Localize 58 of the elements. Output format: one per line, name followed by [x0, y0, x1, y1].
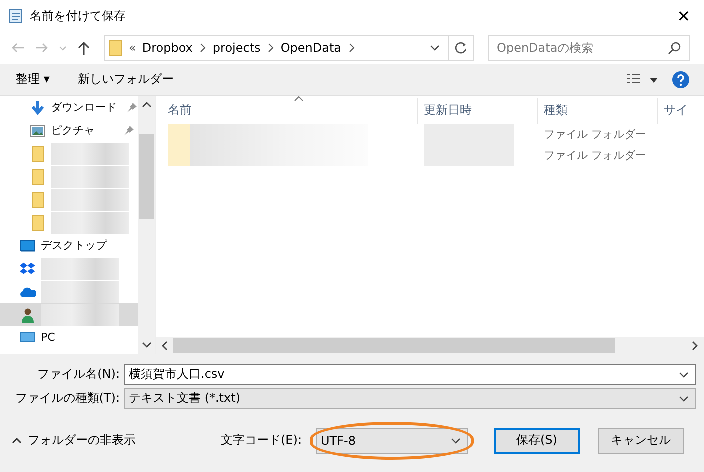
refresh-icon[interactable]: [454, 41, 468, 55]
dropbox-icon: [20, 260, 36, 276]
folder-icon: [30, 168, 46, 184]
file-name-field[interactable]: 横須賀市人口.csv: [124, 364, 696, 385]
chevron-up-icon[interactable]: [12, 436, 22, 444]
hide-folders-button[interactable]: フォルダーの非表示: [10, 430, 138, 451]
window-title: 名前を付けて保存: [30, 8, 127, 24]
chevron-right-icon[interactable]: [198, 43, 207, 53]
breadcrumb-item[interactable]: projects: [212, 41, 261, 55]
nav-item[interactable]: ダウンロード: [0, 96, 138, 119]
folder-icon: [109, 39, 123, 57]
pin-icon: [127, 102, 137, 112]
monitor-icon: [20, 238, 36, 254]
organize-menu[interactable]: 整理 ▾: [8, 69, 58, 90]
search-field[interactable]: OpenDataの検索: [488, 35, 690, 61]
breadcrumb-item[interactable]: Dropbox: [142, 41, 193, 55]
pin-icon: [124, 126, 134, 136]
folder-icon: [30, 214, 46, 230]
nav-item[interactable]: デスクトップ: [0, 234, 138, 257]
folder-icon: [30, 192, 46, 208]
table-cell-text: ファイル フォルダー: [543, 127, 648, 143]
save-button[interactable]: 保存(S): [494, 428, 580, 454]
nav-item[interactable]: PC: [0, 326, 138, 349]
field-label: 文字コード(E):: [221, 432, 302, 449]
scroll-up-icon[interactable]: [142, 101, 152, 109]
close-button[interactable]: ✕: [664, 0, 704, 32]
view-options-icon[interactable]: [626, 72, 660, 86]
column-header[interactable]: 種類: [538, 98, 658, 124]
column-header[interactable]: サイ: [658, 98, 698, 124]
nav-item[interactable]: ピクチャ: [0, 119, 138, 142]
scroll-right-icon[interactable]: [691, 340, 699, 350]
scrollbar-thumb[interactable]: [173, 338, 616, 353]
search-icon: [668, 41, 682, 55]
breadcrumb-prefix[interactable]: «: [129, 41, 136, 55]
up-arrow-icon[interactable]: [76, 40, 92, 56]
file-type-dropdown[interactable]: テキスト文書 (*.txt): [124, 388, 696, 409]
person-icon: [20, 306, 36, 322]
help-icon[interactable]: [672, 70, 690, 88]
scrollbar-thumb[interactable]: [139, 134, 154, 219]
folder-icon: [30, 146, 46, 162]
field-label: ファイルの種類(T):: [14, 390, 120, 407]
chevron-right-icon[interactable]: [348, 43, 356, 53]
scroll-left-icon[interactable]: [161, 340, 169, 350]
scroll-down-icon[interactable]: [142, 341, 152, 349]
picture-icon: [30, 122, 46, 138]
notepad-icon: [8, 8, 24, 24]
computer-icon: [20, 330, 36, 346]
breadcrumb-item[interactable]: OpenData: [280, 41, 342, 55]
nav-item[interactable]: [0, 303, 138, 326]
encoding-dropdown[interactable]: UTF-8: [316, 428, 468, 454]
new-folder-button[interactable]: 新しいフォルダー: [70, 69, 182, 90]
address-bar[interactable]: « Dropbox projects OpenData: [104, 35, 474, 61]
chevron-right-icon[interactable]: [266, 43, 275, 53]
down-arrow-icon: [30, 100, 46, 116]
cancel-button[interactable]: キャンセル: [598, 428, 684, 454]
sort-caret-icon: [294, 96, 304, 102]
field-label: ファイル名(N):: [36, 366, 120, 383]
table-cell-text: ファイル フォルダー: [543, 148, 648, 164]
